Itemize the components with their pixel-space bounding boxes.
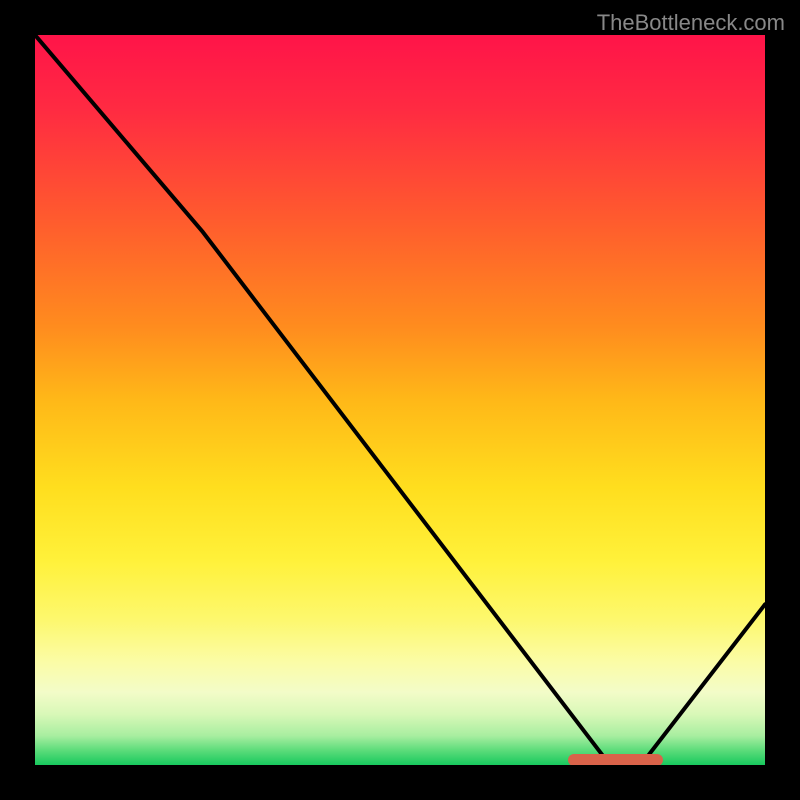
chart-plot-area [35,35,765,765]
chart-line-svg [35,35,765,765]
watermark-text: TheBottleneck.com [597,10,785,36]
chart-marker-bar [568,754,663,765]
chart-curve [35,35,765,765]
